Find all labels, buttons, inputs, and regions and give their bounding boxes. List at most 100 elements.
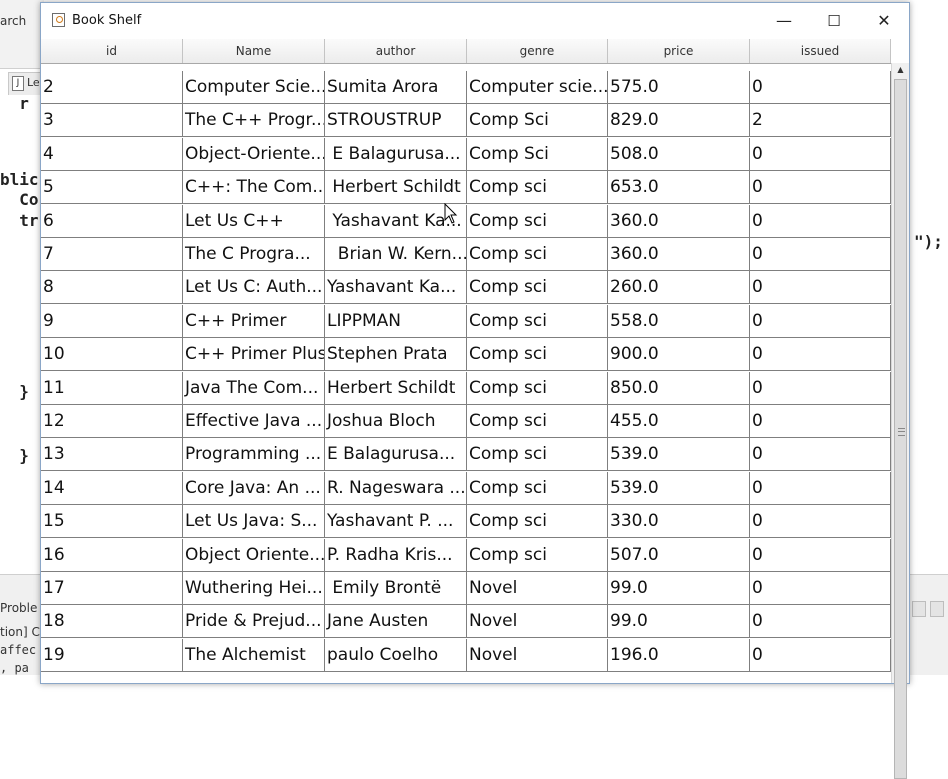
column-header-price[interactable]: price: [608, 39, 750, 63]
cell-name[interactable]: The C++ Progr...: [183, 104, 325, 138]
cell-issued[interactable]: 0: [750, 471, 891, 505]
close-button[interactable]: ✕: [859, 3, 909, 39]
cell-name[interactable]: C++ Primer Plus: [183, 338, 325, 372]
cell-price[interactable]: 196.0: [608, 638, 750, 672]
cell-price[interactable]: 539.0: [608, 471, 750, 505]
cell-author[interactable]: Brian W. Kern...: [325, 238, 467, 271]
cell-name[interactable]: Programming ...: [183, 438, 325, 472]
cell-id[interactable]: 17: [41, 572, 183, 605]
cell-name[interactable]: Let Us C: Auth...: [183, 271, 325, 305]
cell-genre[interactable]: Comp Sci: [467, 104, 608, 138]
cell-genre[interactable]: Comp sci: [467, 238, 608, 271]
cell-price[interactable]: 330.0: [608, 505, 750, 539]
table-row[interactable]: 2 Computer Scie... Sumita Arora Computer sc…: [41, 71, 891, 104]
cell-price[interactable]: 829.0: [608, 104, 750, 138]
cell-id[interactable]: 10: [41, 338, 183, 372]
cell-price[interactable]: 360.0: [608, 238, 750, 271]
cell-id[interactable]: 4: [41, 137, 183, 171]
cell-id[interactable]: 3: [41, 104, 183, 138]
cell-name[interactable]: Pride & Prejud...: [183, 605, 325, 639]
column-header-author[interactable]: author: [325, 39, 467, 63]
cell-issued[interactable]: 0: [750, 238, 891, 271]
cell-issued[interactable]: 0: [750, 438, 891, 472]
table-row[interactable]: 17 Wuthering Hei... Emily Brontë Novel 99.0…: [41, 572, 891, 605]
cell-id[interactable]: 7: [41, 238, 183, 271]
cell-name[interactable]: Java The Com...: [183, 371, 325, 405]
table-row[interactable]: 7 The C Progra... Brian W. Kern... Comp sc…: [41, 238, 891, 271]
cell-genre[interactable]: Comp sci: [467, 271, 608, 305]
cell-genre[interactable]: Comp sci: [467, 471, 608, 505]
table-row[interactable]: 4 Object-Oriente... E Balagurusa... Comp S…: [41, 137, 891, 171]
cell-price[interactable]: 507.0: [608, 538, 750, 572]
cell-genre[interactable]: Comp sci: [467, 505, 608, 539]
cell-genre[interactable]: Comp sci: [467, 304, 608, 338]
cell-name[interactable]: Effective Java ...: [183, 405, 325, 438]
cell-genre[interactable]: Comp sci: [467, 338, 608, 372]
table-row[interactable]: 5 C++: The Com... Herbert Schildt Comp sci…: [41, 171, 891, 205]
cell-price[interactable]: 558.0: [608, 304, 750, 338]
cell-genre[interactable]: Comp sci: [467, 204, 608, 238]
table-row[interactable]: 16 Object Oriente... P. Radha Kris... Comp …: [41, 538, 891, 572]
cell-issued[interactable]: 0: [750, 572, 891, 605]
table-row[interactable]: 10 C++ Primer Plus Stephen Prata Comp sci 90…: [41, 338, 891, 372]
cell-issued[interactable]: 0: [750, 505, 891, 539]
cell-issued[interactable]: 0: [750, 204, 891, 238]
cell-name[interactable]: Wuthering Hei...: [183, 572, 325, 605]
cell-id[interactable]: 18: [41, 605, 183, 639]
cell-name[interactable]: Object Oriente...: [183, 538, 325, 572]
cell-genre[interactable]: Novel: [467, 572, 608, 605]
cell-author[interactable]: Sumita Arora: [325, 71, 467, 104]
cell-genre[interactable]: Comp sci: [467, 538, 608, 572]
column-header-issued[interactable]: issued: [750, 39, 891, 63]
cell-issued[interactable]: 0: [750, 171, 891, 205]
cell-name[interactable]: Core Java: An ...: [183, 471, 325, 505]
cell-issued[interactable]: 0: [750, 638, 891, 672]
cell-price[interactable]: 900.0: [608, 338, 750, 372]
cell-author[interactable]: STROUSTRUP: [325, 104, 467, 138]
cell-id[interactable]: 12: [41, 405, 183, 438]
cell-author[interactable]: E Balagurusa...: [325, 438, 467, 472]
cell-name[interactable]: C++: The Com...: [183, 171, 325, 205]
table-row[interactable]: 13 Programming ... E Balagurusa... Comp sci…: [41, 438, 891, 472]
table-row[interactable]: 12 Effective Java ... Joshua Bloch Comp sci…: [41, 405, 891, 438]
cell-author[interactable]: Jane Austen: [325, 605, 467, 639]
background-editor-tab[interactable]: J Le: [8, 72, 42, 95]
cell-author[interactable]: paulo Coelho: [325, 638, 467, 672]
table-row[interactable]: 8 Let Us C: Auth... Yashavant Ka... Comp sc…: [41, 271, 891, 305]
table-row[interactable]: 3 The C++ Progr... STROUSTRUP Comp Sci 829.0…: [41, 104, 891, 138]
cell-id[interactable]: 15: [41, 505, 183, 539]
minimize-button[interactable]: —: [759, 3, 809, 39]
cell-genre[interactable]: Novel: [467, 638, 608, 672]
cell-genre[interactable]: Comp sci: [467, 371, 608, 405]
cell-id[interactable]: 19: [41, 638, 183, 672]
cell-id[interactable]: 14: [41, 471, 183, 505]
cell-author[interactable]: E Balagurusa...: [325, 137, 467, 171]
cell-id[interactable]: 2: [41, 71, 183, 104]
maximize-button[interactable]: ☐: [809, 3, 859, 39]
cell-id[interactable]: 13: [41, 438, 183, 472]
table-row[interactable]: 14 Core Java: An ... R. Nageswara ... Comp …: [41, 471, 891, 505]
cell-issued[interactable]: 0: [750, 271, 891, 305]
cell-id[interactable]: 6: [41, 204, 183, 238]
cell-id[interactable]: 9: [41, 304, 183, 338]
cell-issued[interactable]: 0: [750, 338, 891, 372]
cell-genre[interactable]: Computer scie...: [467, 71, 608, 104]
cell-author[interactable]: Yashavant Ka...: [325, 271, 467, 305]
table-row[interactable]: 19 The Alchemist paulo Coelho Novel 196.0 0: [41, 638, 891, 672]
cell-issued[interactable]: 0: [750, 137, 891, 171]
table-row[interactable]: 15 Let Us Java: S... Yashavant P. ... Comp …: [41, 505, 891, 539]
cell-genre[interactable]: Comp sci: [467, 438, 608, 472]
cell-name[interactable]: Let Us C++: [183, 204, 325, 238]
cell-price[interactable]: 850.0: [608, 371, 750, 405]
cell-price[interactable]: 508.0: [608, 137, 750, 171]
cell-author[interactable]: Stephen Prata: [325, 338, 467, 372]
column-header-name[interactable]: Name: [183, 39, 325, 63]
cell-name[interactable]: Let Us Java: S...: [183, 505, 325, 539]
cell-genre[interactable]: Comp Sci: [467, 137, 608, 171]
cell-name[interactable]: The C Progra...: [183, 238, 325, 271]
cell-author[interactable]: R. Nageswara ...: [325, 471, 467, 505]
table-row[interactable]: 9 C++ Primer LIPPMAN Comp sci 558.0 0: [41, 304, 891, 338]
cell-author[interactable]: Joshua Bloch: [325, 405, 467, 438]
cell-id[interactable]: 8: [41, 271, 183, 305]
panel-toolbar-button[interactable]: [930, 601, 944, 617]
